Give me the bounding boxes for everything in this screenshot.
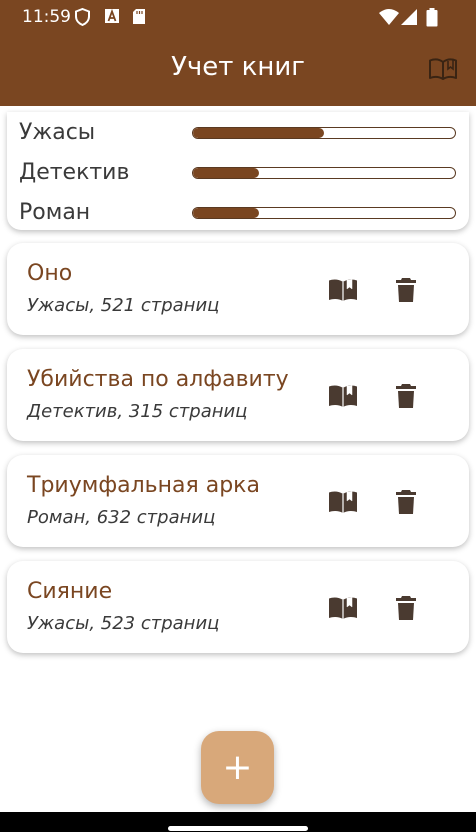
delete-icon[interactable] bbox=[395, 277, 417, 303]
book-subtitle: Ужасы, 523 страниц bbox=[27, 613, 220, 634]
add-book-button[interactable]: + bbox=[201, 731, 274, 804]
book-card[interactable]: Сияние Ужасы, 523 страниц bbox=[7, 561, 469, 653]
battery-icon bbox=[426, 8, 438, 31]
book-card[interactable]: Убийства по алфавиту Детектив, 315 стран… bbox=[7, 349, 469, 441]
home-handle[interactable] bbox=[168, 826, 308, 831]
delete-icon[interactable] bbox=[395, 489, 417, 515]
status-bar: 11:59 bbox=[0, 0, 476, 34]
stat-label: Роман bbox=[19, 200, 91, 225]
book-title: Триумфальная арка bbox=[27, 473, 260, 498]
book-subtitle: Ужасы, 521 страниц bbox=[27, 295, 220, 316]
stat-label: Детектив bbox=[19, 160, 130, 185]
shield-icon bbox=[75, 7, 90, 30]
book-subtitle: Роман, 632 страниц bbox=[27, 507, 216, 528]
delete-icon[interactable] bbox=[395, 383, 417, 409]
book-title: Сияние bbox=[27, 579, 113, 604]
stat-row: Ужасы bbox=[7, 114, 469, 154]
book-title: Оно bbox=[27, 261, 73, 286]
open-book-icon[interactable] bbox=[327, 277, 359, 303]
sd-card-icon bbox=[132, 8, 146, 29]
signal-icon bbox=[400, 8, 418, 30]
open-book-icon[interactable] bbox=[327, 383, 359, 409]
progress-bar bbox=[192, 127, 456, 139]
progress-fill bbox=[193, 168, 259, 178]
page-title: Учет книг bbox=[171, 52, 305, 82]
progress-bar bbox=[192, 167, 456, 179]
status-time: 11:59 bbox=[22, 7, 71, 27]
book-card[interactable]: Оно Ужасы, 521 страниц bbox=[7, 243, 469, 335]
delete-icon[interactable] bbox=[395, 595, 417, 621]
book-icon[interactable] bbox=[428, 57, 458, 81]
app-bar: 11:59 Учет книг bbox=[0, 0, 476, 106]
wifi-icon bbox=[378, 8, 400, 30]
progress-fill bbox=[193, 208, 259, 218]
book-card[interactable]: Триумфальная арка Роман, 632 страниц bbox=[7, 455, 469, 547]
book-title: Убийства по алфавиту bbox=[27, 367, 289, 392]
progress-bar bbox=[192, 207, 456, 219]
open-book-icon[interactable] bbox=[327, 595, 359, 621]
open-book-icon[interactable] bbox=[327, 489, 359, 515]
stat-label: Ужасы bbox=[19, 120, 96, 145]
stat-row: Детектив bbox=[7, 154, 469, 194]
progress-fill bbox=[193, 128, 324, 138]
a-font-icon bbox=[104, 8, 120, 28]
stats-card: Ужасы Детектив Роман bbox=[7, 112, 469, 230]
book-subtitle: Детектив, 315 страниц bbox=[27, 401, 248, 422]
stat-row: Роман bbox=[7, 194, 469, 234]
